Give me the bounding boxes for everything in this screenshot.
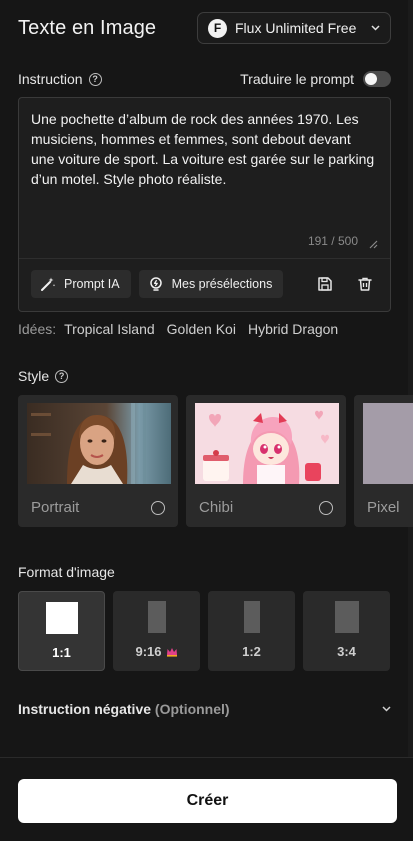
translate-row: Traduire le prompt: [240, 71, 391, 87]
character-counter: 191 / 500: [307, 234, 358, 248]
help-icon[interactable]: ?: [88, 72, 102, 86]
style-name: Pixel: [367, 499, 400, 516]
format-1-1[interactable]: 1:1: [18, 591, 105, 671]
ratio-portrait-icon: [334, 601, 359, 633]
format-label: Format d'image: [18, 564, 115, 580]
style-card-pixel[interactable]: Pixel: [354, 395, 413, 527]
idea-hybrid-dragon[interactable]: Hybrid Dragon: [248, 321, 338, 337]
radio-portrait[interactable]: [151, 501, 165, 515]
trash-icon[interactable]: [354, 273, 376, 295]
model-name: Flux Unlimited Free: [235, 20, 357, 36]
ideas-label: Idées:: [18, 321, 57, 337]
create-button[interactable]: Créer: [18, 779, 397, 823]
ratio-square-icon: [45, 602, 78, 634]
model-logo: F: [208, 18, 227, 38]
presets-label: Mes présélections: [171, 277, 273, 291]
help-icon[interactable]: ?: [55, 369, 69, 383]
style-name: Portrait: [31, 499, 80, 516]
resize-handle-icon[interactable]: [368, 236, 378, 249]
format-label-1-2: 1:2: [242, 644, 261, 659]
ratio-half-icon: [243, 601, 260, 633]
page-title: Texte en Image: [18, 16, 157, 39]
translate-label: Traduire le prompt: [240, 71, 354, 87]
prompt-actions: Prompt IA Mes présélections: [31, 270, 376, 298]
format-3-4[interactable]: 3:4: [303, 591, 390, 671]
portrait-thumbnail: [27, 403, 171, 484]
scrollbar-track[interactable]: [408, 0, 413, 757]
style-carousel: Portrait Chibi Pixel: [18, 395, 413, 527]
style-card-portrait[interactable]: Portrait: [18, 395, 178, 527]
pixel-thumbnail: [363, 403, 413, 484]
idea-golden-koi[interactable]: Golden Koi: [167, 321, 236, 337]
format-1-2[interactable]: 1:2: [208, 591, 295, 671]
format-label-1-1: 1:1: [52, 645, 71, 660]
presets-button[interactable]: Mes présélections: [138, 270, 284, 298]
chevron-down-icon: [381, 704, 391, 714]
instruction-label-text: Instruction: [18, 71, 83, 87]
chevron-down-icon: [370, 23, 380, 33]
style-card-chibi[interactable]: Chibi: [186, 395, 346, 527]
style-label-text: Style: [18, 368, 50, 384]
header: Texte en Image F Flux Unlimited Free: [18, 11, 391, 45]
instruction-header: Instruction ? Traduire le prompt: [18, 68, 391, 90]
format-9-16[interactable]: 9:16: [113, 591, 200, 671]
translate-toggle[interactable]: [363, 71, 391, 87]
crown-icon: [166, 647, 177, 657]
prompt-ai-button[interactable]: Prompt IA: [31, 270, 131, 298]
prompt-ai-label: Prompt IA: [64, 277, 120, 291]
divider: [19, 258, 390, 259]
ideas-row: Idées: Tropical Island Golden Koi Hybrid…: [18, 320, 338, 338]
lightbulb-icon: [149, 277, 162, 291]
toggle-knob: [365, 73, 377, 85]
prompt-textarea[interactable]: Une pochette d’album de rock des années …: [31, 109, 376, 189]
style-label: Style ?: [18, 368, 69, 384]
negative-instruction-toggle[interactable]: Instruction négative (Optionnel): [18, 699, 391, 719]
negative-title: Instruction négative: [18, 701, 152, 717]
prompt-box: Une pochette d’album de rock des années …: [18, 97, 391, 312]
magic-wand-icon: [41, 277, 56, 291]
style-name: Chibi: [199, 499, 234, 516]
radio-chibi[interactable]: [319, 501, 333, 515]
format-label-9-16: 9:16: [113, 644, 200, 659]
negative-instruction-label: Instruction négative (Optionnel): [18, 701, 230, 717]
negative-optional: (Optionnel): [154, 701, 230, 717]
format-label-3-4: 3:4: [337, 644, 356, 659]
footer-divider: [0, 757, 413, 758]
model-dropdown[interactable]: F Flux Unlimited Free: [197, 12, 391, 44]
idea-tropical-island[interactable]: Tropical Island: [64, 321, 155, 337]
chibi-thumbnail: [195, 403, 339, 484]
format-options: 1:1 9:16 1:2 3:4: [18, 591, 391, 671]
instruction-label: Instruction ?: [18, 71, 102, 87]
save-icon[interactable]: [314, 273, 336, 295]
ratio-tall-icon: [147, 601, 166, 633]
